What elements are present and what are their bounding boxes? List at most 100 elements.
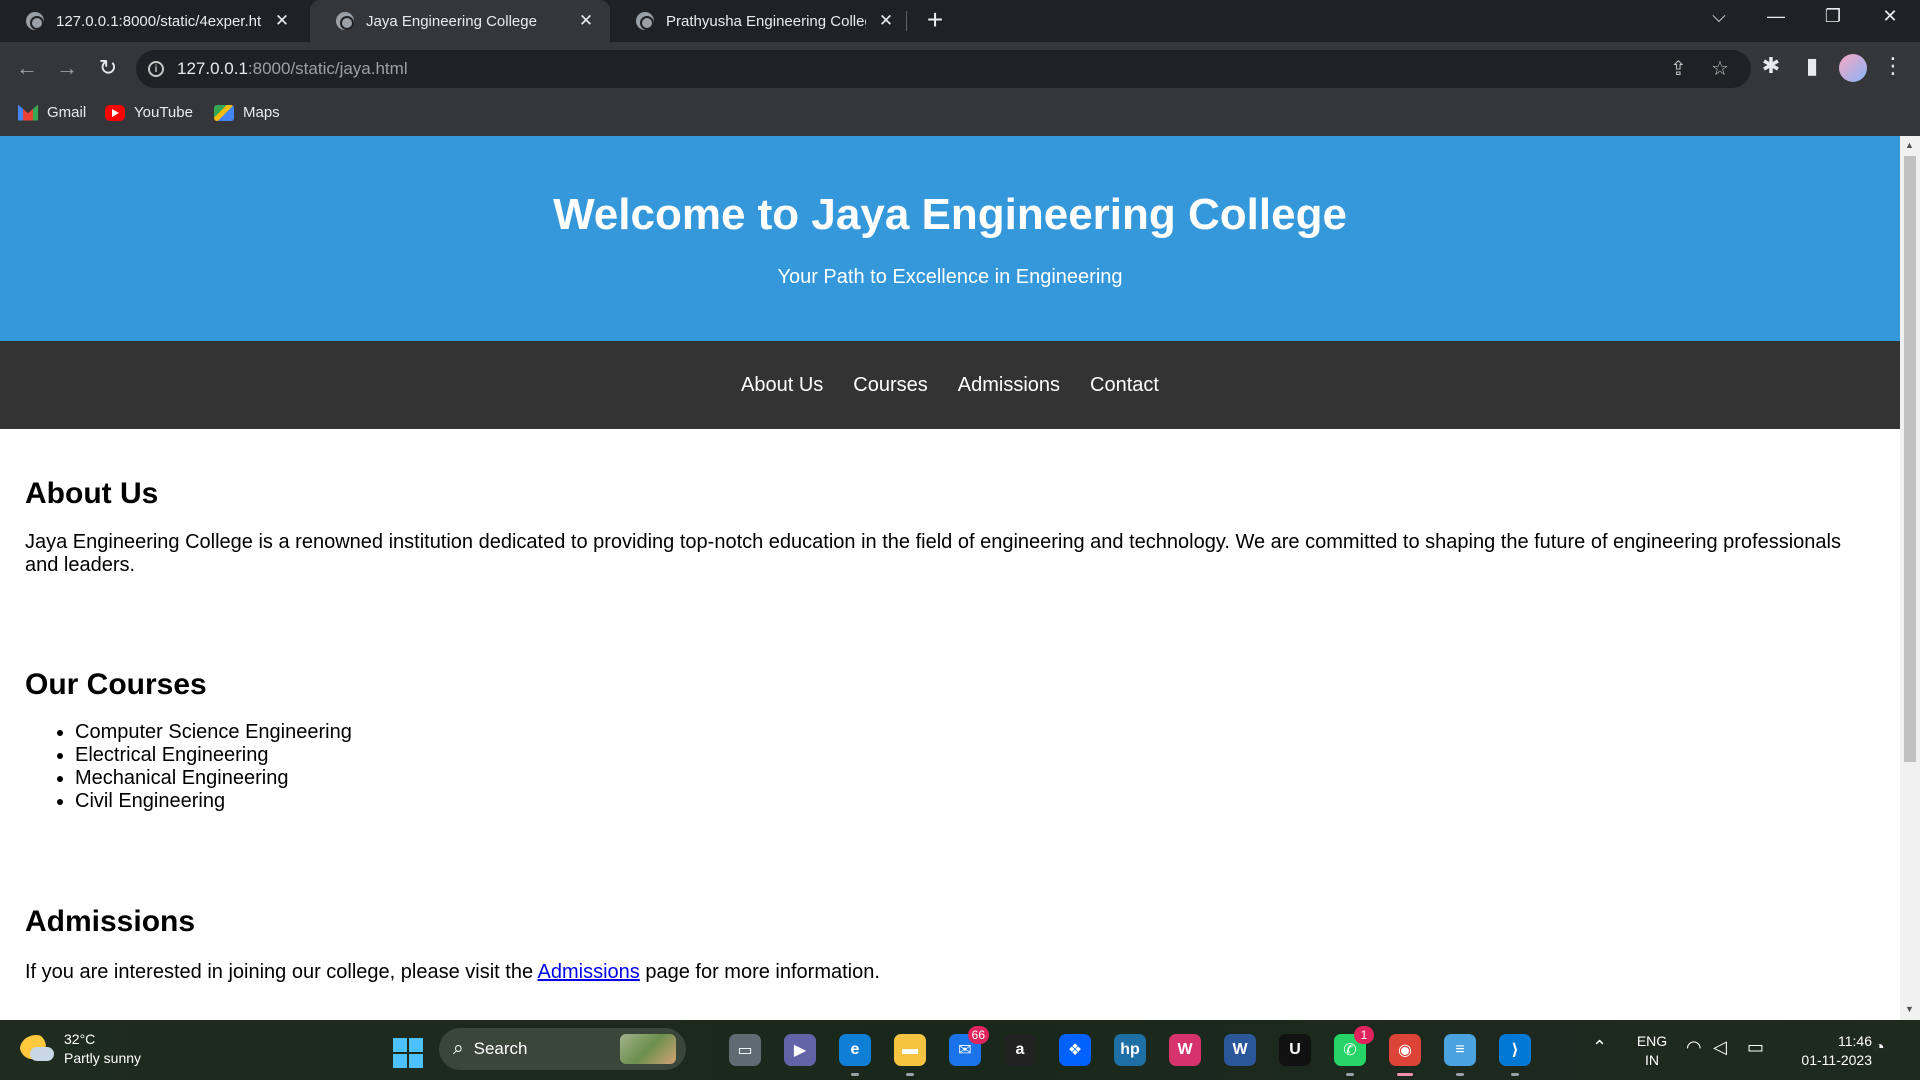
courses-heading: Our Courses	[25, 668, 207, 701]
notepad-icon[interactable]: ≡	[1444, 1034, 1476, 1076]
profile-avatar[interactable]	[1839, 54, 1867, 82]
edge-icon[interactable]: e	[839, 1034, 871, 1076]
globe-icon	[636, 12, 654, 30]
teams-icon[interactable]: ▶	[784, 1034, 816, 1066]
tab-strip: 127.0.0.1:8000/static/4exper.htm ✕ Jaya …	[0, 0, 1920, 42]
list-item: Civil Engineering	[75, 790, 1875, 813]
wps-icon[interactable]: W	[1169, 1034, 1201, 1066]
language-line: ENG	[1636, 1033, 1668, 1049]
close-icon[interactable]: ✕	[576, 11, 596, 31]
admissions-text: If you are interested in joining our col…	[25, 961, 1875, 984]
minimize-button[interactable]: —	[1756, 6, 1796, 27]
youtube-icon	[105, 104, 125, 121]
site-header: Welcome to Jaya Engineering College Your…	[0, 136, 1900, 341]
app-glyph: ❖	[1067, 1042, 1083, 1059]
bookmark-star-icon[interactable]: ☆	[1711, 56, 1729, 81]
tab-jaya[interactable]: Jaya Engineering College ✕	[310, 0, 610, 42]
app-glyph: U	[1289, 1041, 1301, 1058]
windows-logo-tile	[393, 1038, 407, 1052]
admissions-text-after: page for more information.	[639, 961, 880, 983]
task-view-icon[interactable]: ▭	[729, 1034, 761, 1066]
about-section: About Us Jaya Engineering College is a r…	[0, 429, 1900, 577]
running-indicator	[1511, 1073, 1519, 1076]
bookmark-youtube[interactable]: YouTube	[105, 104, 193, 121]
maps-icon	[214, 104, 234, 121]
chrome-icon[interactable]: ◉	[1389, 1034, 1421, 1076]
myhp-icon[interactable]: hp	[1114, 1034, 1146, 1066]
tab-4exper[interactable]: 127.0.0.1:8000/static/4exper.htm ✕	[0, 0, 306, 42]
admissions-text-before: If you are interested in joining our col…	[25, 961, 538, 983]
nav-link-admissions[interactable]: Admissions	[958, 374, 1060, 397]
nav-link-courses[interactable]: Courses	[853, 374, 927, 397]
list-item: Computer Science Engineering	[75, 721, 1875, 744]
windows-logo-tile	[409, 1038, 423, 1052]
bookmark-maps[interactable]: Maps	[214, 104, 280, 121]
nav-link-contact[interactable]: Contact	[1090, 374, 1159, 397]
weather-condition: Partly sunny	[64, 1050, 142, 1066]
share-icon[interactable]: ⇪	[1670, 56, 1687, 81]
url-path: :8000/static/jaya.html	[247, 59, 408, 78]
browser-menu-icon[interactable]: ⋮	[1878, 53, 1908, 79]
word-app-icon[interactable]: W	[1224, 1034, 1256, 1066]
language-indicator[interactable]: ENG IN	[1632, 1032, 1672, 1070]
file-explorer-icon[interactable]: ▬	[894, 1034, 926, 1076]
window-close-button[interactable]: ✕	[1870, 6, 1910, 27]
search-highlight-image	[620, 1034, 676, 1064]
start-button[interactable]	[393, 1038, 423, 1068]
side-panel-icon[interactable]: ▮	[1797, 53, 1827, 79]
mail-icon[interactable]: ✉ 66	[949, 1026, 989, 1066]
new-tab-button[interactable]: +	[918, 4, 952, 36]
dropbox-icon[interactable]: ❖	[1059, 1034, 1091, 1066]
app-glyph: W	[1232, 1041, 1248, 1058]
whatsapp-icon[interactable]: ✆ 1	[1334, 1026, 1374, 1076]
forward-button[interactable]: →	[52, 55, 82, 81]
vscode-icon[interactable]: ⟩	[1499, 1034, 1531, 1076]
reload-button[interactable]: ↻	[93, 55, 123, 81]
list-item: Mechanical Engineering	[75, 767, 1875, 790]
volume-icon[interactable]: ◁	[1713, 1037, 1727, 1058]
weather-widget[interactable]: 32°C Partly sunny	[20, 1030, 141, 1068]
site-info-icon[interactable]: i	[148, 61, 164, 77]
unreal-icon[interactable]: U	[1279, 1034, 1311, 1066]
running-indicator	[1397, 1073, 1413, 1076]
scroll-thumb[interactable]	[1904, 156, 1916, 762]
tray-chevron-icon[interactable]: ⌃	[1592, 1037, 1607, 1058]
bookmark-label: Maps	[243, 104, 280, 121]
close-icon[interactable]: ✕	[876, 11, 896, 31]
extensions-icon[interactable]: ✱	[1756, 53, 1786, 79]
about-text: Jaya Engineering College is a renowned i…	[25, 531, 1841, 576]
restore-button[interactable]: ❐	[1813, 6, 1853, 27]
back-button[interactable]: ←	[12, 55, 42, 81]
notification-icon[interactable]: ◔	[1874, 1037, 1885, 1058]
amazon-icon[interactable]: a	[1004, 1034, 1036, 1066]
taskbar: 32°C Partly sunny ⌕ Search ▭ ▶ e ▬ ✉ 66 a ❖ hp W W…	[0, 1020, 1920, 1080]
address-bar[interactable]: i 127.0.0.1:8000/static/jaya.html ⇪ ☆	[136, 50, 1751, 88]
tab-search-icon[interactable]: ⌵	[1699, 6, 1739, 27]
courses-section: Our Courses Computer Science Engineering…	[0, 577, 1900, 813]
scroll-up-icon[interactable]: ▲	[1905, 140, 1914, 150]
admissions-heading: Admissions	[25, 905, 196, 938]
tab-title: Prathyusha Engineering College	[666, 12, 866, 30]
app-glyph: e	[850, 1041, 860, 1058]
weather-temp: 32°C	[64, 1031, 96, 1047]
bookmark-label: Gmail	[47, 104, 87, 121]
battery-icon[interactable]: ▭	[1747, 1037, 1764, 1058]
app-glyph: ▶	[793, 1042, 807, 1059]
region-line: IN	[1645, 1052, 1659, 1068]
bookmark-gmail[interactable]: Gmail	[18, 104, 86, 121]
clock-date: 01-11-2023	[1801, 1052, 1872, 1068]
tab-prathyusha[interactable]: Prathyusha Engineering College ✕	[610, 0, 910, 42]
scroll-down-icon[interactable]: ▼	[1905, 1004, 1914, 1014]
page-scrollbar[interactable]: ▲ ▼	[1900, 136, 1920, 1020]
clock[interactable]: 11:46 01-11-2023	[1782, 1032, 1872, 1070]
app-glyph: ✉	[958, 1042, 972, 1059]
bookmarks-bar: Gmail YouTube Maps	[0, 96, 1920, 136]
wifi-icon[interactable]: ◠	[1686, 1037, 1702, 1058]
app-glyph: hp	[1120, 1041, 1140, 1058]
admissions-link[interactable]: Admissions	[538, 961, 640, 983]
nav-link-about-us[interactable]: About Us	[741, 374, 823, 397]
close-icon[interactable]: ✕	[272, 11, 292, 31]
taskbar-search[interactable]: ⌕ Search	[439, 1028, 686, 1070]
notification-badge: 1	[1354, 1026, 1374, 1044]
app-glyph: ≡	[1455, 1041, 1465, 1058]
